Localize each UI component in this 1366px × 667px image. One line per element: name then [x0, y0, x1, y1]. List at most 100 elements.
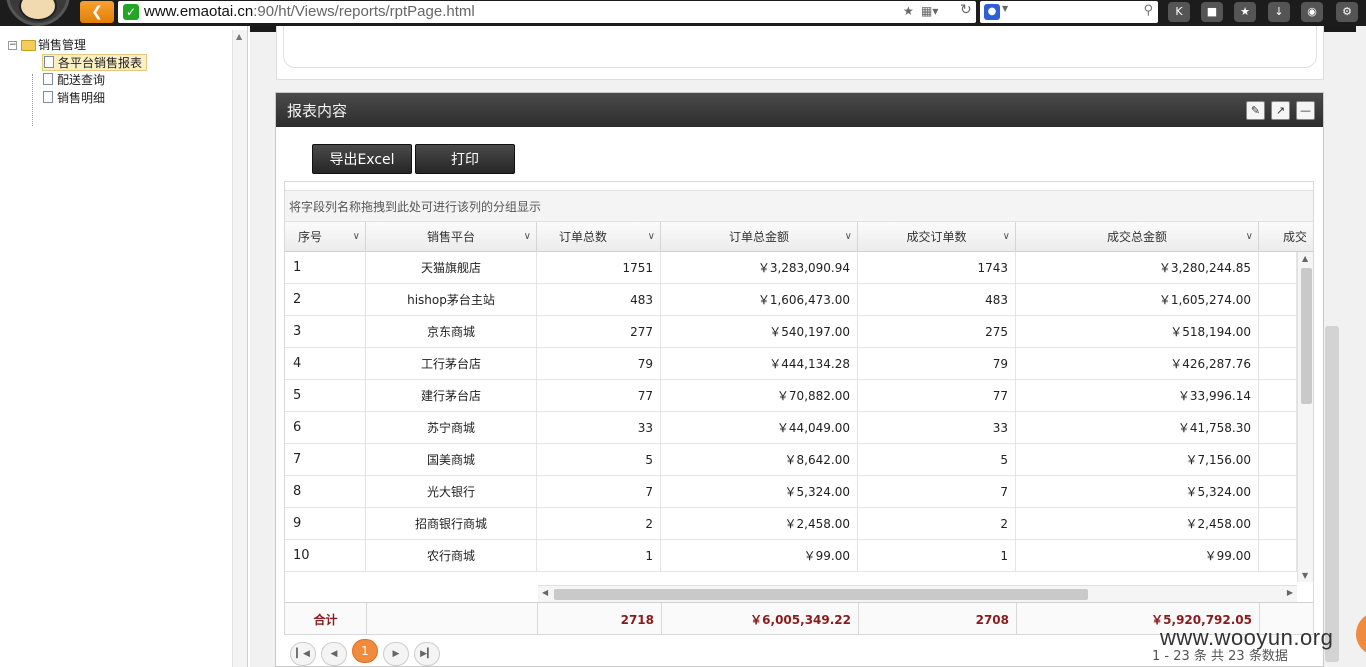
tree-item-platform-report[interactable]: 各平台销售报表 [42, 54, 148, 71]
gamepad-icon[interactable]: ◉ [1301, 2, 1323, 22]
cell-deal-more [1259, 284, 1297, 316]
eraser-icon[interactable]: ✎ [1246, 101, 1265, 120]
chevron-down-icon[interactable]: ▼ [1002, 4, 1008, 13]
next-page-icon[interactable]: ▶ [383, 642, 409, 666]
table-row[interactable]: 7 国美商城 5 ￥8,642.00 5 ￥7,156.00 [285, 444, 1297, 476]
tree-item-delivery-query[interactable]: 配送查询 [42, 72, 109, 89]
chevron-down-icon[interactable]: ∨ [845, 222, 852, 252]
cell-deal-more [1259, 348, 1297, 380]
total-label: 合计 [285, 603, 367, 634]
col-header-orders[interactable]: 订单总数 ∨ [537, 222, 661, 252]
cell-order-amount: ￥8,642.00 [661, 444, 858, 476]
col-header-deal-more[interactable]: 成交 [1259, 222, 1313, 252]
col-header-no[interactable]: 序号 ∨ [285, 222, 366, 252]
cell-orders: 79 [537, 348, 661, 380]
cell-order-amount: ￥444,134.28 [661, 348, 858, 380]
page-scrollbar-thumb[interactable] [1325, 326, 1339, 662]
k-icon[interactable]: K [1168, 2, 1190, 22]
grid-horizontal-scrollbar[interactable]: ◀ ▶ [538, 585, 1297, 602]
cell-orders: 1 [537, 540, 661, 572]
cell-order-amount: ￥1,606,473.00 [661, 284, 858, 316]
cell-deal-amount: ￥41,758.30 [1016, 412, 1259, 444]
scroll-left-icon[interactable]: ◀ [542, 588, 548, 597]
cell-order-amount: ￥540,197.00 [661, 316, 858, 348]
search-box[interactable]: ● ▼ ⚲ [980, 1, 1158, 23]
cell-deal-amount: ￥3,280,244.85 [1016, 252, 1259, 284]
chevron-down-icon[interactable]: ∨ [648, 222, 655, 252]
cell-order-amount: ￥70,882.00 [661, 380, 858, 412]
cell-deals: 79 [858, 348, 1016, 380]
lock-icon[interactable]: ■ [1201, 2, 1223, 22]
cell-order-amount: ￥44,049.00 [661, 412, 858, 444]
scroll-up-icon[interactable]: ▲ [1302, 254, 1308, 263]
bookmark-star-icon[interactable]: ★ [1234, 2, 1256, 22]
scroll-thumb[interactable] [1301, 268, 1312, 404]
tree-root-sales[interactable]: − 销售管理 [8, 37, 86, 53]
scroll-thumb[interactable] [554, 589, 1088, 600]
user-avatar[interactable] [6, 0, 70, 26]
scroll-right-icon[interactable]: ▶ [1287, 588, 1293, 597]
table-row[interactable]: 10 农行商城 1 ￥99.00 1 ￥99.00 [285, 540, 1297, 572]
table-row[interactable]: 5 建行茅台店 77 ￥70,882.00 77 ￥33,996.14 [285, 380, 1297, 412]
table-row[interactable]: 6 苏宁商城 33 ￥44,049.00 33 ￥41,758.30 [285, 412, 1297, 444]
chevron-down-icon[interactable]: ∨ [1003, 222, 1010, 252]
print-button[interactable]: 打印 [415, 144, 515, 174]
star-icon[interactable]: ★ [903, 4, 914, 18]
scroll-down-icon[interactable]: ▼ [1302, 571, 1308, 580]
table-row[interactable]: 1 天猫旗舰店 1751 ￥3,283,090.94 1743 ￥3,280,244.85 [285, 252, 1297, 284]
popout-icon[interactable]: ↗ [1271, 101, 1290, 120]
cell-platform: 招商银行商城 [366, 508, 537, 540]
cell-platform: 国美商城 [366, 444, 537, 476]
table-row[interactable]: 3 京东商城 277 ￥540,197.00 275 ￥518,194.00 [285, 316, 1297, 348]
filter-card [276, 26, 1324, 80]
cell-orders: 1751 [537, 252, 661, 284]
cell-no: 10 [285, 540, 366, 572]
left-pane-scrollbar[interactable]: ▲ [232, 30, 247, 667]
search-icon[interactable]: ⚲ [1143, 3, 1153, 18]
prev-page-icon[interactable]: ◀ [321, 642, 347, 666]
chevron-down-icon[interactable]: ∨ [353, 222, 360, 252]
settings-icon[interactable]: ⚙ [1336, 2, 1358, 22]
first-page-icon[interactable]: ▎◀ [290, 642, 316, 666]
col-header-order-amount[interactable]: 订单总金额 ∨ [661, 222, 858, 252]
table-row[interactable]: 9 招商银行商城 2 ￥2,458.00 2 ￥2,458.00 [285, 508, 1297, 540]
col-header-deal-amount[interactable]: 成交总金额 ∨ [1016, 222, 1259, 252]
chevron-down-icon[interactable]: ∨ [524, 222, 531, 252]
cell-deal-more [1259, 380, 1297, 412]
cell-deals: 7 [858, 476, 1016, 508]
cell-deal-amount: ￥99.00 [1016, 540, 1259, 572]
col-header-deals[interactable]: 成交订单数 ∨ [858, 222, 1016, 252]
cell-no: 8 [285, 476, 366, 508]
refresh-icon[interactable]: ↻ [960, 2, 972, 18]
grid-vertical-scrollbar[interactable]: ▲ ▼ [1297, 252, 1313, 582]
qr-icon[interactable]: ▦▾ [921, 4, 938, 18]
cell-platform: 农行商城 [366, 540, 537, 572]
last-page-icon[interactable]: ▶▎ [414, 642, 440, 666]
cell-deal-more [1259, 444, 1297, 476]
table-row[interactable] [285, 572, 1297, 585]
tree-item-sales-detail[interactable]: 销售明细 [42, 90, 109, 107]
total-deals: 2708 [859, 603, 1017, 634]
download-icon[interactable]: ↓ [1268, 2, 1290, 22]
export-excel-button[interactable]: 导出Excel [312, 144, 412, 174]
table-row[interactable]: 2 hishop茅台主站 483 ￥1,606,473.00 483 ￥1,605,274… [285, 284, 1297, 316]
group-drop-area[interactable]: 将字段列名称拖拽到此处可进行该列的分组显示 [285, 190, 1313, 222]
table-row[interactable]: 8 光大银行 7 ￥5,324.00 7 ￥5,324.00 [285, 476, 1297, 508]
scroll-up-icon[interactable]: ▲ [236, 32, 242, 41]
cell-platform: 苏宁商城 [366, 412, 537, 444]
grid-header: 序号 ∨ 销售平台 ∨ 订单总数 ∨ 订单总金额 ∨ 成交订单数 ∨ 成交总金额 ∨ 成交 [285, 222, 1313, 252]
cell-orders: 7 [537, 476, 661, 508]
cell-deal-amount: ￥518,194.00 [1016, 316, 1259, 348]
address-bar[interactable]: ✓ www.emaotai.cn:90/ht/Views/reports/rpt… [118, 1, 976, 23]
minimize-icon[interactable]: — [1296, 101, 1315, 120]
chevron-down-icon[interactable]: ∨ [1246, 222, 1253, 252]
current-page-button[interactable]: 1 [352, 639, 378, 663]
cell-deal-more [1259, 540, 1297, 572]
cell-no: 7 [285, 444, 366, 476]
table-row[interactable]: 4 工行茅台店 79 ￥444,134.28 79 ￥426,287.76 [285, 348, 1297, 380]
report-grid: 将字段列名称拖拽到此处可进行该列的分组显示 序号 ∨ 销售平台 ∨ 订单总数 ∨ 订单… [284, 181, 1314, 635]
col-header-platform[interactable]: 销售平台 ∨ [366, 222, 537, 252]
cell-deals: 275 [858, 316, 1016, 348]
collapse-icon[interactable]: − [8, 41, 17, 50]
back-button[interactable]: ❮ [80, 1, 114, 23]
